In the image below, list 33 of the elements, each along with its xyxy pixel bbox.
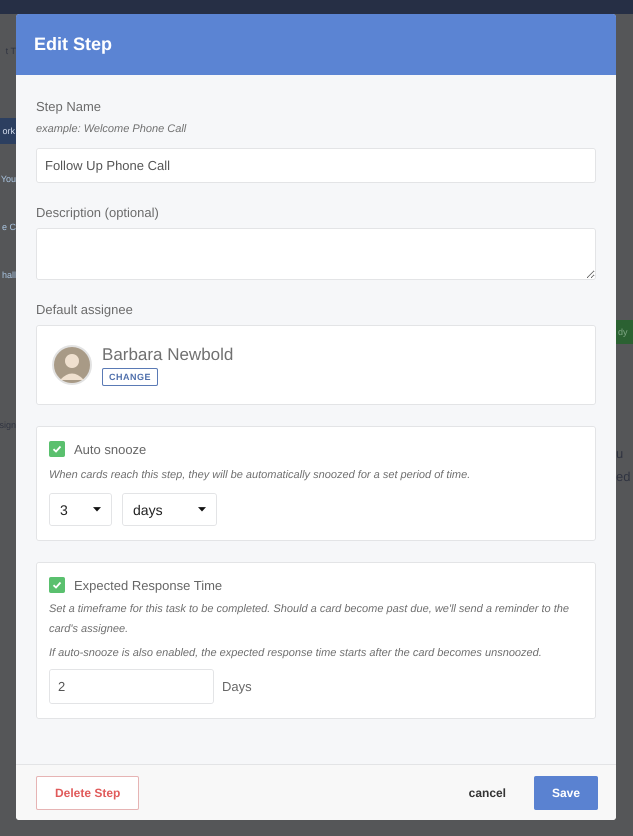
field-hint: example: Welcome Phone Call	[36, 123, 188, 135]
field-label: Description (optional)	[36, 205, 160, 220]
help-text: If auto-snooze is also enabled, the expected response time starts after the card becomes unsnoozed.	[49, 646, 543, 661]
cancel-button[interactable]: cancel	[468, 776, 506, 810]
check-icon	[51, 579, 63, 591]
background-text: e C	[2, 222, 16, 232]
delete-button[interactable]: Delete Step	[36, 776, 140, 810]
unit-label: Days	[222, 679, 252, 694]
status-badge: dy	[616, 320, 633, 344]
unit-dropdown[interactable]: days	[122, 493, 217, 526]
checkbox-label: Expected Response Time	[74, 578, 222, 592]
help-text: When cards reach this step, they will be automatically snoozed for a set period of time.	[49, 468, 472, 483]
caret-icon	[93, 507, 101, 512]
description-field[interactable]	[36, 228, 596, 280]
background-text: You	[0, 174, 16, 184]
days-field[interactable]: 2	[49, 669, 214, 704]
background-text: hall	[2, 270, 16, 280]
field-label: Step Name	[36, 99, 102, 114]
help-text: Set a timeframe for this task to be completed. Should a card become past due, we'll send a reminder to the card's assignee.	[49, 602, 570, 637]
checkbox[interactable]	[49, 577, 65, 593]
save-button[interactable]: Save	[534, 776, 598, 810]
assignee-name: Barbara Newbold	[102, 344, 234, 364]
background-text: ork	[0, 118, 16, 144]
dialog-title: Edit Step	[34, 34, 112, 55]
caret-icon	[198, 507, 206, 512]
step-name-field[interactable]: Follow Up Phone Call	[36, 148, 596, 183]
checkbox-label: Auto snooze	[74, 442, 146, 456]
checkbox[interactable]	[49, 441, 65, 457]
amount-dropdown[interactable]: 3	[49, 493, 112, 526]
check-icon	[51, 443, 63, 455]
field-label: Default assignee	[36, 302, 134, 317]
avatar-icon	[52, 345, 92, 385]
change-button[interactable]: CHANGE	[102, 368, 158, 386]
